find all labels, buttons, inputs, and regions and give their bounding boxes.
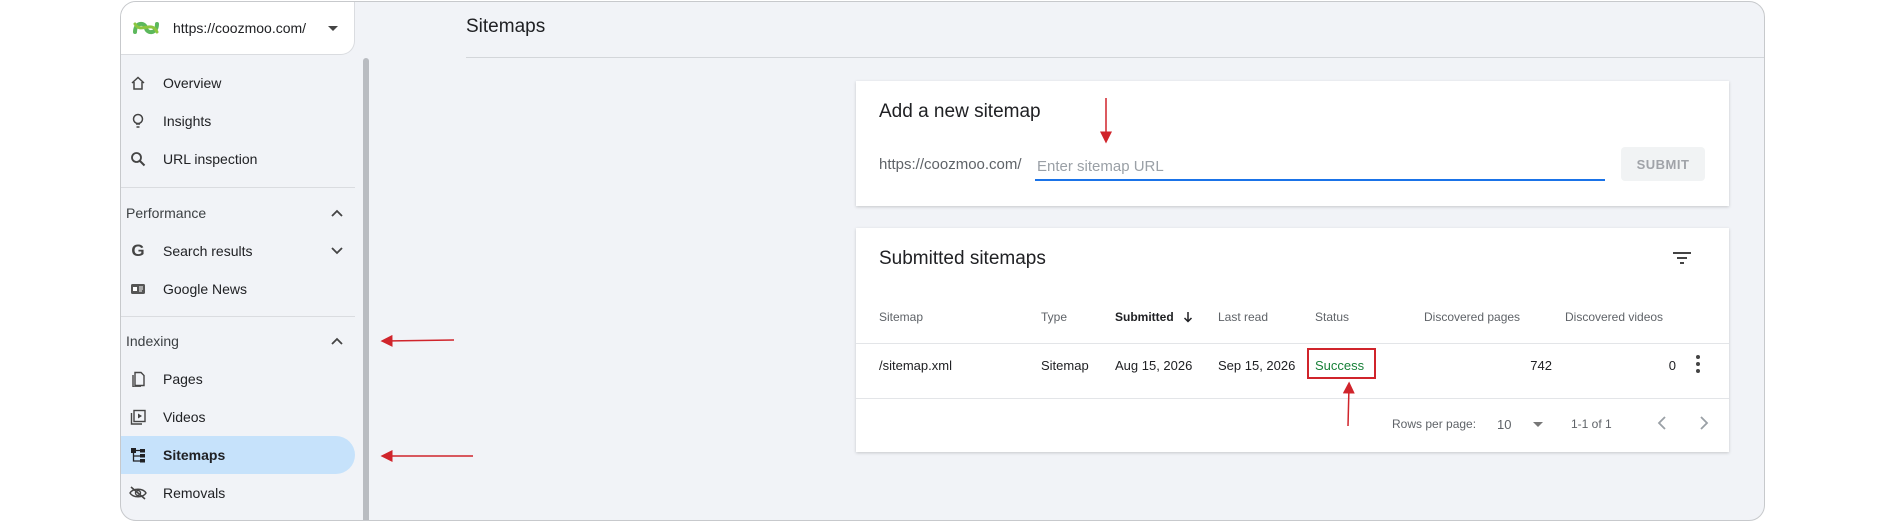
app-window: https://coozmoo.com/ Overview Insights U… [120, 1, 1765, 521]
annotation-arrows [380, 98, 1355, 462]
annotation-arrow-indexing [380, 334, 455, 347]
annotation-arrow-status [1342, 381, 1355, 427]
